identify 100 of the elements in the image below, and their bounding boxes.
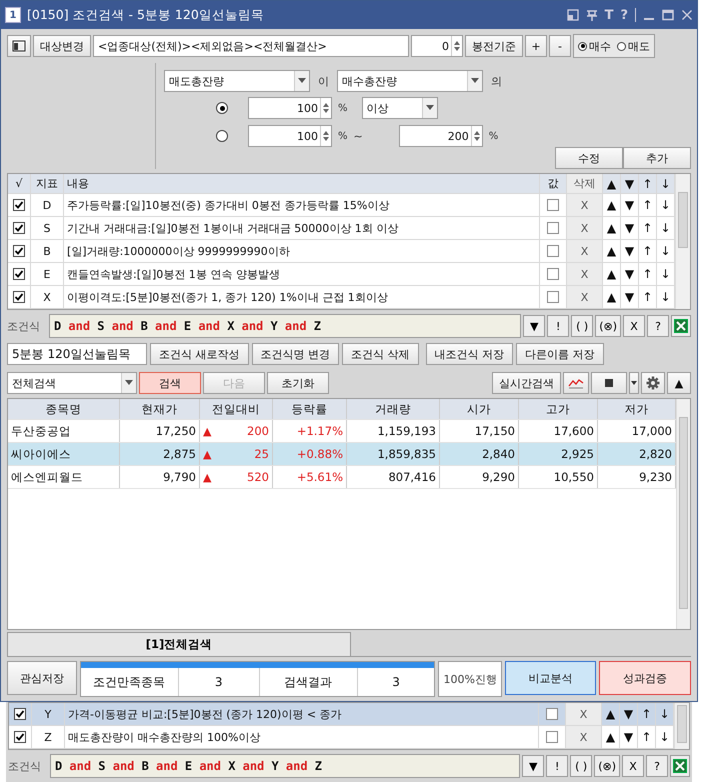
delete-button[interactable]: X xyxy=(566,726,602,748)
pin-icon[interactable] xyxy=(586,9,598,21)
left-item-dropdown[interactable]: 매도총잔량 xyxy=(164,70,310,92)
move-button[interactable]: ▲ xyxy=(602,703,620,725)
result-tab[interactable]: [1]전체검색 xyxy=(7,632,351,656)
delete-button[interactable]: X xyxy=(567,194,603,216)
condition-button[interactable]: 다른이름 저장 xyxy=(516,343,604,365)
spinner-icon[interactable] xyxy=(470,126,482,146)
delete-button[interactable]: X xyxy=(566,703,602,725)
formula-button[interactable]: X xyxy=(622,755,644,777)
formula-button[interactable]: ! xyxy=(546,755,568,777)
checkbox[interactable] xyxy=(13,199,25,211)
formula-button[interactable]: ▼ xyxy=(522,755,544,777)
checkbox[interactable] xyxy=(13,222,25,234)
watchlist-save-button[interactable]: 관심저장 xyxy=(7,661,77,695)
reset-button[interactable]: 초기화 xyxy=(267,372,329,394)
condition-name-field[interactable]: 5분봉 120일선눌림목 xyxy=(7,343,147,365)
compare-button[interactable]: 비교분석 xyxy=(504,661,596,695)
search-button[interactable]: 검색 xyxy=(139,372,201,394)
scope-dropdown[interactable]: 전체검색 xyxy=(7,372,137,394)
delete-button[interactable]: X xyxy=(567,286,603,308)
formula-field[interactable]: D and S and B and E and X and Y and Z xyxy=(50,754,520,778)
checkbox[interactable] xyxy=(13,245,25,257)
maximize-icon[interactable] xyxy=(662,9,674,21)
delete-button[interactable]: X xyxy=(567,263,603,285)
move-button[interactable]: ↑ xyxy=(638,703,656,725)
formula-field[interactable]: D and S and B and E and X and Y and Z xyxy=(49,314,522,338)
move-button[interactable]: ↑ xyxy=(639,217,657,239)
value-checkbox[interactable] xyxy=(547,291,559,303)
bar-offset-field[interactable]: 0 xyxy=(411,35,463,57)
move-button[interactable]: ↑ xyxy=(638,726,656,748)
title-bar-button[interactable]: T xyxy=(604,8,614,22)
delete-button[interactable]: X xyxy=(567,240,603,262)
scrollbar[interactable] xyxy=(674,703,689,749)
formula-button[interactable]: ? xyxy=(647,315,669,337)
collapse-button[interactable]: ▲ xyxy=(667,372,691,394)
move-button[interactable]: ↑ xyxy=(639,240,657,262)
target-change-button[interactable]: 대상변경 xyxy=(33,35,91,57)
formula-button[interactable]: ? xyxy=(646,755,668,777)
move-button[interactable]: ▼ xyxy=(621,194,639,216)
comparison-dropdown[interactable]: 이상 xyxy=(362,97,438,119)
condition-button[interactable]: 조건식 삭제 xyxy=(342,343,418,365)
close-icon[interactable] xyxy=(681,9,693,21)
move-button[interactable]: ▲ xyxy=(602,726,620,748)
move-button[interactable]: ▲ xyxy=(603,217,621,239)
formula-button[interactable]: (⊗) xyxy=(594,755,620,777)
option-radio[interactable] xyxy=(216,102,228,114)
value-checkbox[interactable] xyxy=(547,268,559,280)
editor-button[interactable]: 추가 xyxy=(623,147,691,169)
value-checkbox[interactable] xyxy=(547,199,559,211)
side-radio[interactable]: 매수 xyxy=(578,38,611,54)
settings-button[interactable] xyxy=(641,372,665,394)
move-button[interactable]: ↑ xyxy=(639,286,657,308)
condition-button[interactable]: 조건식명 변경 xyxy=(252,343,339,365)
checkbox[interactable] xyxy=(14,731,26,743)
scrollbar[interactable] xyxy=(675,174,690,309)
scrollbar[interactable] xyxy=(676,399,690,629)
remove-bar-button[interactable]: - xyxy=(549,35,571,57)
chart-button[interactable] xyxy=(563,372,589,394)
target-field[interactable]: <업종대상(전체)><제외없음><전체월결산> xyxy=(93,35,409,57)
delete-button[interactable]: X xyxy=(567,217,603,239)
verify-button[interactable]: 성과검증 xyxy=(599,661,691,695)
panel-toggle-button[interactable] xyxy=(7,35,31,57)
percent-field[interactable]: 100 xyxy=(248,97,332,119)
dropdown-button[interactable] xyxy=(629,372,639,394)
move-button[interactable]: ▼ xyxy=(621,286,639,308)
square-icon[interactable] xyxy=(604,378,614,388)
checkbox[interactable] xyxy=(13,268,25,280)
settings-icon[interactable] xyxy=(646,376,660,390)
value-checkbox[interactable] xyxy=(546,708,558,720)
formula-button[interactable]: ( ) xyxy=(570,755,592,777)
value-checkbox[interactable] xyxy=(547,222,559,234)
right-item-dropdown[interactable]: 매수총잔량 xyxy=(337,70,483,92)
line-chart-icon[interactable] xyxy=(568,377,584,389)
condition-button[interactable]: 내조건식 저장 xyxy=(426,343,513,365)
move-button[interactable]: ▲ xyxy=(603,263,621,285)
formula-button[interactable]: X xyxy=(623,315,645,337)
panel-icon[interactable] xyxy=(12,40,26,52)
move-button[interactable]: ▼ xyxy=(621,240,639,262)
title-bar-button[interactable]: ? xyxy=(620,8,628,22)
caret-icon[interactable] xyxy=(631,380,637,386)
formula-button[interactable]: ▼ xyxy=(523,315,546,337)
stock-name[interactable]: 에스엔피월드 xyxy=(8,466,120,488)
checkbox[interactable] xyxy=(14,708,26,720)
formula-button[interactable]: (⊗) xyxy=(595,315,621,337)
value-checkbox[interactable] xyxy=(547,245,559,257)
excel-icon[interactable] xyxy=(671,315,691,337)
spinner-icon[interactable] xyxy=(451,36,462,56)
move-button[interactable]: ▼ xyxy=(620,703,638,725)
move-button[interactable]: ▼ xyxy=(621,217,639,239)
move-button[interactable]: ▲ xyxy=(603,240,621,262)
move-button[interactable]: ▲ xyxy=(603,286,621,308)
value-checkbox[interactable] xyxy=(546,731,558,743)
option-radio[interactable] xyxy=(216,130,228,142)
editor-button[interactable]: 수정 xyxy=(555,147,623,169)
side-radio[interactable]: 매도 xyxy=(617,38,650,54)
stock-name[interactable]: 씨아이에스 xyxy=(8,443,120,465)
excel-icon[interactable] xyxy=(670,755,690,777)
layout-icon[interactable] xyxy=(566,9,579,21)
move-button[interactable]: ▲ xyxy=(603,194,621,216)
